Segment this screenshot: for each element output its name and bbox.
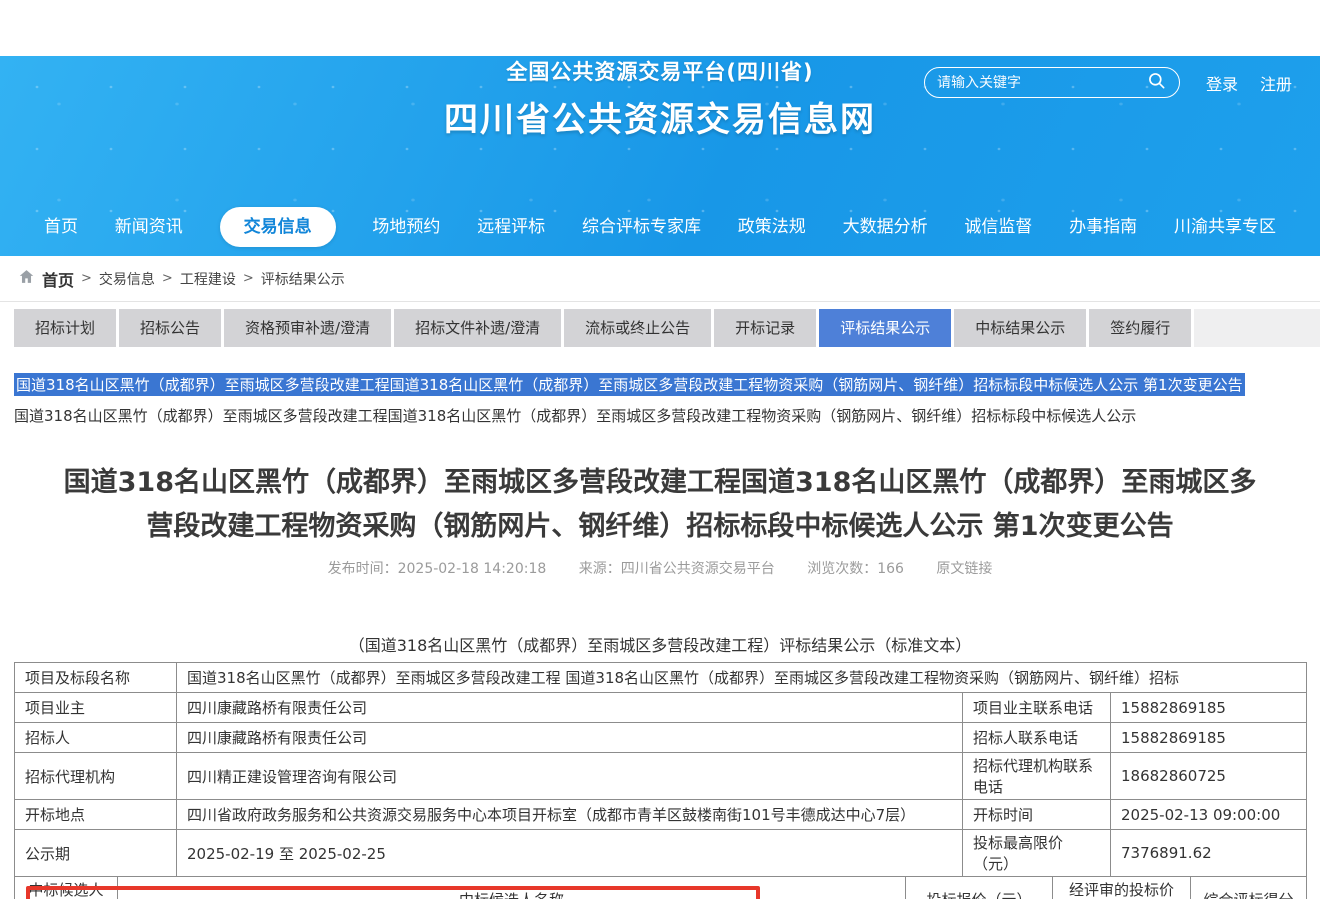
candidates-table: 中标候选人及排序 中标候选人名称 投标报价（元） 经评审的投标价（元） 综合评标… (14, 876, 1307, 899)
nav-item-remote-evaluation[interactable]: 远程评标 (477, 207, 545, 247)
breadcrumb-trade-info[interactable]: 交易信息 (99, 269, 155, 289)
table-row: 招标代理机构 四川精正建设管理咨询有限公司 招标代理机构联系电话 1868286… (15, 753, 1307, 800)
nav-item-expert-pool[interactable]: 综合评标专家库 (582, 207, 701, 247)
row-label: 招标代理机构 (15, 753, 177, 800)
tab-contract-performance[interactable]: 签约履行 (1089, 309, 1191, 347)
search-icon[interactable] (1147, 71, 1167, 95)
row-value: 2025-02-13 09:00:00 (1111, 800, 1307, 830)
row-value: 15882869185 (1111, 723, 1307, 753)
search-input[interactable] (937, 75, 1147, 91)
tab-award-result[interactable]: 中标结果公示 (954, 309, 1086, 347)
nav-item-chuanyu-zone[interactable]: 川渝共享专区 (1174, 207, 1276, 247)
row-value: 7376891.62 (1111, 830, 1307, 877)
row-label: 招标代理机构联系电话 (963, 753, 1111, 800)
nav-item-news[interactable]: 新闻资讯 (115, 207, 183, 247)
row-label: 开标时间 (963, 800, 1111, 830)
col-header-candidate-name: 中标候选人名称 (118, 877, 906, 899)
nav-item-integrity[interactable]: 诚信监督 (964, 207, 1032, 247)
tab-bid-doc-addendum[interactable]: 招标文件补遗/澄清 (394, 309, 561, 347)
row-label: 投标最高限价（元） (963, 830, 1111, 877)
row-value: 国道318名山区黑竹（成都界）至雨城区多营段改建工程 国道318名山区黑竹（成都… (177, 663, 1307, 693)
row-value: 四川康藏路桥有限责任公司 (177, 723, 963, 753)
list-item-selected[interactable]: 国道318名山区黑竹（成都界）至雨城区多营段改建工程国道318名山区黑竹（成都界… (14, 373, 1245, 396)
page-title: 国道318名山区黑竹（成都界）至雨城区多营段改建工程国道318名山区黑竹（成都界… (54, 461, 1266, 548)
breadcrumb-engineering[interactable]: 工程建设 (180, 269, 236, 289)
nav-item-trade-info[interactable]: 交易信息 (220, 207, 336, 247)
col-header-rank: 中标候选人及排序 (15, 877, 118, 899)
project-info-table: 项目及标段名称 国道318名山区黑竹（成都界）至雨城区多营段改建工程 国道318… (14, 662, 1307, 877)
login-link[interactable]: 登录 (1206, 71, 1238, 95)
nav-item-guide[interactable]: 办事指南 (1069, 207, 1137, 247)
table-row: 公示期 2025-02-19 至 2025-02-25 投标最高限价（元） 73… (15, 830, 1307, 877)
tab-strip-filler (1194, 309, 1320, 347)
row-value: 2025-02-19 至 2025-02-25 (177, 830, 963, 877)
col-header-reviewed-price: 经评审的投标价（元） (1053, 877, 1191, 899)
breadcrumb-home[interactable]: 首页 (42, 267, 74, 291)
tables-wrap: 项目及标段名称 国道318名山区黑竹（成都界）至雨城区多营段改建工程 国道318… (14, 662, 1306, 899)
row-value: 四川省政府政务服务和公共资源交易服务中心本项目开标室（成都市青羊区鼓楼南街101… (177, 800, 963, 830)
col-header-bid-price: 投标报价（元） (906, 877, 1053, 899)
breadcrumb-separator: > (162, 271, 173, 286)
candidates-header-row: 中标候选人及排序 中标候选人名称 投标报价（元） 经评审的投标价（元） 综合评标… (15, 877, 1307, 899)
breadcrumb-separator: > (243, 271, 254, 286)
row-label: 招标人 (15, 723, 177, 753)
home-icon (18, 268, 35, 289)
section-title: （国道318名山区黑竹（成都界）至雨城区多营段改建工程）评标结果公示（标准文本） (0, 632, 1320, 656)
site-title: 四川省公共资源交易信息网 (0, 92, 1320, 141)
nav-item-venue-booking[interactable]: 场地预约 (372, 207, 440, 247)
tab-bid-opening-record[interactable]: 开标记录 (714, 309, 816, 347)
table-row: 项目业主 四川康藏路桥有限责任公司 项目业主联系电话 15882869185 (15, 693, 1307, 723)
result-list: 国道318名山区黑竹（成都界）至雨城区多营段改建工程国道318名山区黑竹（成都界… (14, 373, 1306, 426)
article-meta: 发布时间：2025-02-18 14:20:18 来源：四川省公共资源交易平台 … (0, 558, 1320, 578)
publish-time: 发布时间：2025-02-18 14:20:18 (328, 561, 547, 577)
original-link[interactable]: 原文链接 (936, 561, 992, 577)
col-header-score: 综合评标得分 (1191, 877, 1307, 899)
row-value: 四川康藏路桥有限责任公司 (177, 693, 963, 723)
row-value: 四川精正建设管理咨询有限公司 (177, 753, 963, 800)
source: 来源：四川省公共资源交易平台 (579, 561, 775, 577)
row-label: 项目及标段名称 (15, 663, 177, 693)
table-row: 开标地点 四川省政府政务服务和公共资源交易服务中心本项目开标室（成都市青羊区鼓楼… (15, 800, 1307, 830)
main-nav: 首页 新闻资讯 交易信息 场地预约 远程评标 综合评标专家库 政策法规 大数据分… (0, 207, 1320, 247)
tab-bid-plan[interactable]: 招标计划 (14, 309, 116, 347)
row-value: 15882869185 (1111, 693, 1307, 723)
register-link[interactable]: 注册 (1260, 71, 1292, 95)
row-value: 18682860725 (1111, 753, 1307, 800)
table-row: 项目及标段名称 国道318名山区黑竹（成都界）至雨城区多营段改建工程 国道318… (15, 663, 1307, 693)
breadcrumb: 首页 > 交易信息 > 工程建设 > 评标结果公示 (0, 256, 1320, 302)
tab-prequalification-addendum[interactable]: 资格预审补遗/澄清 (224, 309, 391, 347)
tab-evaluation-result[interactable]: 评标结果公示 (819, 309, 951, 347)
tab-bid-announcement[interactable]: 招标公告 (119, 309, 221, 347)
list-item[interactable]: 国道318名山区黑竹（成都界）至雨城区多营段改建工程国道318名山区黑竹（成都界… (14, 405, 1306, 426)
header-topbar: 登录 注册 (924, 67, 1292, 98)
row-label: 招标人联系电话 (963, 723, 1111, 753)
site-header: 登录 注册 全国公共资源交易平台(四川省) 四川省公共资源交易信息网 首页 新闻… (0, 56, 1320, 256)
nav-item-big-data[interactable]: 大数据分析 (843, 207, 928, 247)
row-label: 公示期 (15, 830, 177, 877)
row-label: 开标地点 (15, 800, 177, 830)
breadcrumb-separator: > (81, 271, 92, 286)
view-count: 浏览次数：166 (807, 561, 904, 577)
breadcrumb-evaluation-result[interactable]: 评标结果公示 (261, 269, 345, 289)
tab-strip: 招标计划 招标公告 资格预审补遗/澄清 招标文件补遗/澄清 流标或终止公告 开标… (0, 309, 1320, 347)
auth-links: 登录 注册 (1206, 71, 1292, 95)
search-box[interactable] (924, 67, 1180, 98)
row-label: 项目业主联系电话 (963, 693, 1111, 723)
table-row: 招标人 四川康藏路桥有限责任公司 招标人联系电话 15882869185 (15, 723, 1307, 753)
tab-failed-or-terminated[interactable]: 流标或终止公告 (564, 309, 711, 347)
nav-item-policies[interactable]: 政策法规 (738, 207, 806, 247)
row-label: 项目业主 (15, 693, 177, 723)
nav-item-home[interactable]: 首页 (44, 207, 78, 247)
